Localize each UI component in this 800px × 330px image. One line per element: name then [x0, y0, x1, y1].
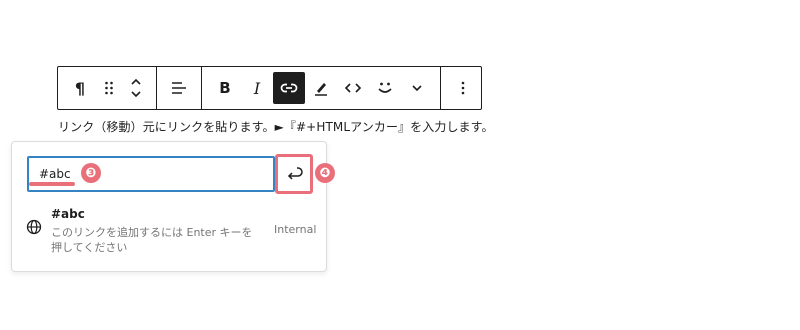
options-button[interactable] — [447, 72, 479, 104]
bold-button[interactable]: B — [209, 72, 241, 104]
submit-link-button[interactable] — [275, 154, 313, 194]
chevron-up-down-icon — [131, 78, 141, 98]
block-toolbar: ¶ B I — [57, 66, 482, 110]
annotation-badge-4: ❹ — [315, 163, 335, 183]
suggestion-title: #abc — [51, 207, 85, 221]
highlighter-icon — [315, 83, 327, 96]
annotation-badge-3: ❸ — [81, 163, 101, 183]
paragraph-block-button[interactable]: ¶ — [64, 72, 96, 104]
align-button[interactable] — [163, 72, 195, 104]
drag-icon — [105, 81, 113, 95]
url-input[interactable] — [27, 156, 275, 192]
move-up-down-button[interactable] — [122, 72, 150, 104]
link-suggestion[interactable]: #abc このリンクを追加するには Enter キーを押してください Inter… — [21, 204, 319, 254]
highlight-button[interactable] — [305, 72, 337, 104]
paragraph-text[interactable]: リンク（移動）元にリンクを貼ります。►『#+HTMLアンカー』を入力します。 — [58, 118, 494, 135]
toolbar-group-format: B I — [202, 67, 441, 109]
paragraph-icon: ¶ — [74, 78, 86, 98]
suggestion-type: Internal — [274, 223, 317, 236]
link-popover: ❸ ❹ #abc このリンクを追加するには Enter キーを押してください I… — [11, 141, 335, 272]
link-button[interactable] — [273, 72, 305, 104]
enter-icon — [287, 167, 303, 180]
chevron-down-icon — [412, 85, 422, 92]
globe-icon — [26, 219, 42, 235]
emoji-button[interactable] — [369, 72, 401, 104]
drag-handle[interactable] — [96, 72, 122, 104]
link-icon — [280, 83, 298, 93]
smile-icon — [378, 82, 392, 93]
suggestion-description: このリンクを追加するには Enter キーを押してください — [51, 226, 253, 254]
code-button[interactable] — [337, 72, 369, 104]
more-formats-button[interactable] — [401, 72, 433, 104]
code-icon — [344, 83, 362, 93]
more-vertical-icon — [461, 81, 465, 95]
toolbar-group-block: ¶ — [58, 67, 157, 109]
italic-button[interactable]: I — [241, 72, 273, 104]
bold-icon: B — [219, 79, 231, 97]
annotation-underline — [29, 182, 75, 186]
italic-icon: I — [253, 78, 261, 98]
toolbar-group-options — [441, 67, 485, 109]
align-left-icon — [172, 82, 186, 94]
toolbar-group-align — [157, 67, 202, 109]
